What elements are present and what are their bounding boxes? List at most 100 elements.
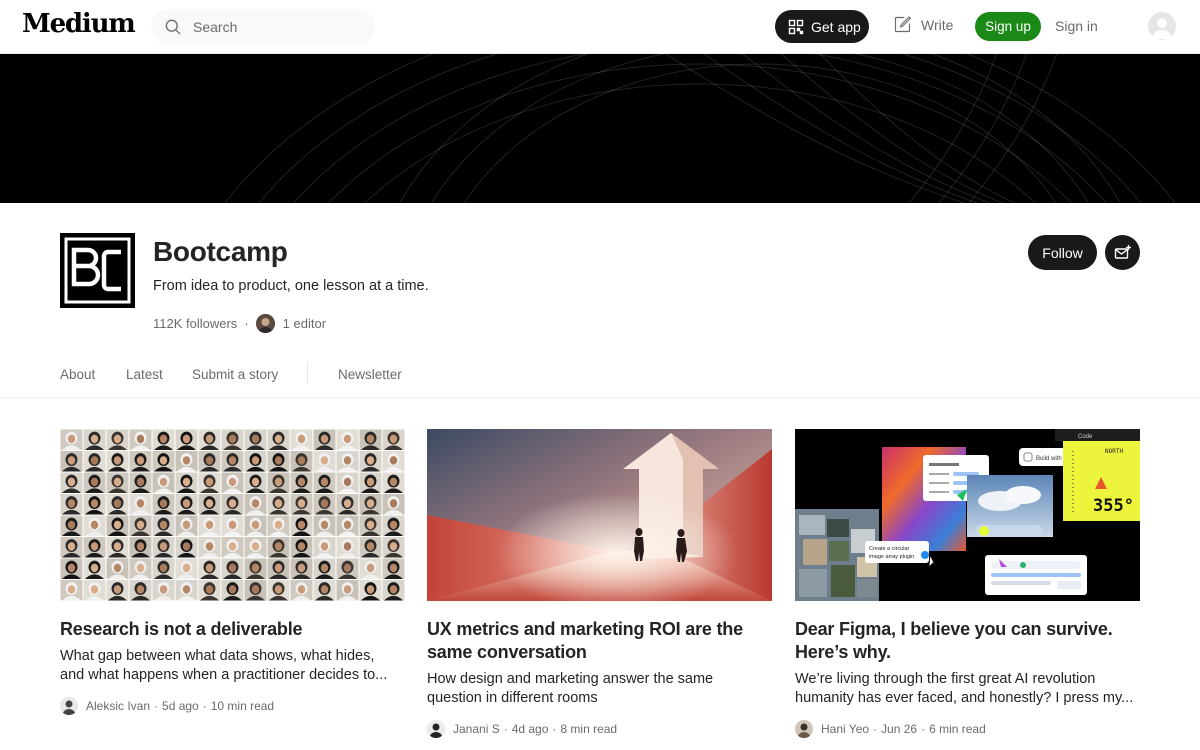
portrait-tile (129, 472, 152, 493)
publication-logo[interactable] (60, 233, 135, 308)
author-avatar[interactable] (60, 697, 78, 715)
article-card[interactable]: Research is not a deliverable What gap b… (60, 429, 405, 716)
portrait-tile (221, 558, 244, 579)
create-plugin-line2: image array plugin (869, 554, 914, 560)
author-portrait-icon (60, 697, 78, 715)
portrait-tile (106, 429, 129, 450)
publication-tabs: About Latest Submit a story Newsletter (0, 350, 1200, 398)
portrait-tile (129, 580, 152, 601)
tab-about[interactable]: About (60, 367, 95, 382)
portrait-tile (267, 515, 290, 536)
article-thumbnail[interactable] (427, 429, 772, 601)
portrait-tile (244, 515, 267, 536)
portrait-tile (313, 451, 336, 472)
arrow-corridor-image (427, 429, 772, 601)
portrait-tile (152, 451, 175, 472)
article-card[interactable]: UX metrics and marketing ROI are the sam… (427, 429, 772, 739)
article-card[interactable]: Build with code Code NORTH 355° Create a… (795, 429, 1140, 739)
followers-count[interactable]: 112K followers (153, 316, 237, 331)
qr-code-icon (788, 19, 804, 34)
author-name[interactable]: Hani Yeo (821, 722, 869, 736)
portrait-tile (336, 558, 359, 579)
portrait-tile (244, 429, 267, 450)
author-name[interactable]: Janani S (453, 722, 500, 736)
article-excerpt[interactable]: How design and marketing answer the same… (427, 670, 772, 708)
article-date: 5d ago (162, 699, 199, 713)
compass-value: 355° (1093, 496, 1134, 516)
portrait-tile (244, 537, 267, 558)
author-name[interactable]: Aleksic Ivan (86, 699, 150, 713)
portrait-tile (198, 580, 221, 601)
portrait-tile (198, 537, 221, 558)
tab-latest[interactable]: Latest (126, 367, 163, 382)
byline-separator: · (873, 722, 878, 736)
portrait-tile (221, 515, 244, 536)
article-date: 4d ago (511, 722, 549, 736)
editor-avatar[interactable] (255, 313, 275, 333)
byline-separator: · (552, 722, 557, 736)
article-title[interactable]: Dear Figma, I believe you can survive. H… (795, 618, 1140, 664)
article-excerpt-line: What gap between what data shows, what h… (60, 648, 375, 664)
portrait-tile (198, 451, 221, 472)
portrait-tile (60, 472, 83, 493)
portrait-tile (106, 580, 129, 601)
article-excerpt[interactable]: What gap between what data shows, what h… (60, 647, 405, 685)
author-avatar[interactable] (795, 720, 813, 738)
portrait-tile (198, 429, 221, 450)
follow-button[interactable]: Follow (1028, 235, 1097, 270)
article-byline: Aleksic Ivan · 5d ago · 10 min read (60, 696, 405, 716)
article-byline: Hani Yeo · Jun 26 · 6 min read (795, 719, 1140, 739)
write-button[interactable]: Write (892, 14, 953, 35)
sign-in-link[interactable]: Sign in (1055, 18, 1098, 34)
sign-up-button[interactable]: Sign up (975, 12, 1041, 41)
user-avatar[interactable] (1148, 12, 1176, 40)
portrait-tile (83, 451, 106, 472)
article-thumbnail[interactable] (60, 429, 405, 601)
search-input[interactable] (193, 9, 363, 45)
portrait-tile (106, 451, 129, 472)
article-excerpt-line: We’re living through the first great AI … (795, 671, 1096, 687)
portrait-tile (313, 558, 336, 579)
portrait-tile (221, 580, 244, 601)
portrait-tile (221, 429, 244, 450)
byline-separator: · (202, 699, 207, 713)
portrait-tile (267, 451, 290, 472)
tab-submit-story[interactable]: Submit a story (192, 367, 278, 382)
editors-count[interactable]: 1 editor (283, 316, 326, 331)
portrait-tile (83, 558, 106, 579)
portrait-tile (129, 515, 152, 536)
portrait-tile (221, 472, 244, 493)
portrait-tile (83, 429, 106, 450)
portrait-tile (152, 472, 175, 493)
portrait-tile (175, 472, 198, 493)
portrait-tile (290, 537, 313, 558)
portrait-tile (244, 558, 267, 579)
portrait-tile (221, 537, 244, 558)
article-thumbnail[interactable]: Build with code Code NORTH 355° Create a… (795, 429, 1140, 601)
portrait-tile (221, 494, 244, 515)
portrait-tile (60, 537, 83, 558)
article-title-line: Here’s why. (795, 642, 891, 662)
portrait-tile (175, 558, 198, 579)
top-navigation: Medium Get app Write Sign up Sign in (0, 0, 1200, 54)
portrait-tile (83, 472, 106, 493)
article-title[interactable]: Research is not a deliverable (60, 618, 405, 641)
portrait-tile (60, 451, 83, 472)
medium-logo[interactable]: Medium (22, 9, 136, 39)
article-title[interactable]: UX metrics and marketing ROI are the sam… (427, 618, 772, 664)
search-box[interactable] (151, 9, 375, 45)
portrait-tile (106, 537, 129, 558)
author-avatar[interactable] (427, 720, 445, 738)
get-app-button[interactable]: Get app (775, 10, 869, 43)
article-excerpt[interactable]: We’re living through the first great AI … (795, 670, 1140, 708)
user-silhouette-icon (1152, 18, 1172, 39)
publication-banner (0, 54, 1200, 203)
portrait-tile (290, 580, 313, 601)
portrait-tile (198, 558, 221, 579)
portrait-tile (83, 515, 106, 536)
portrait-tile (152, 429, 175, 450)
email-subscribe-button[interactable] (1105, 235, 1140, 270)
portrait-tile (359, 472, 382, 493)
portrait-tile (382, 451, 405, 472)
tab-newsletter[interactable]: Newsletter (338, 367, 402, 382)
